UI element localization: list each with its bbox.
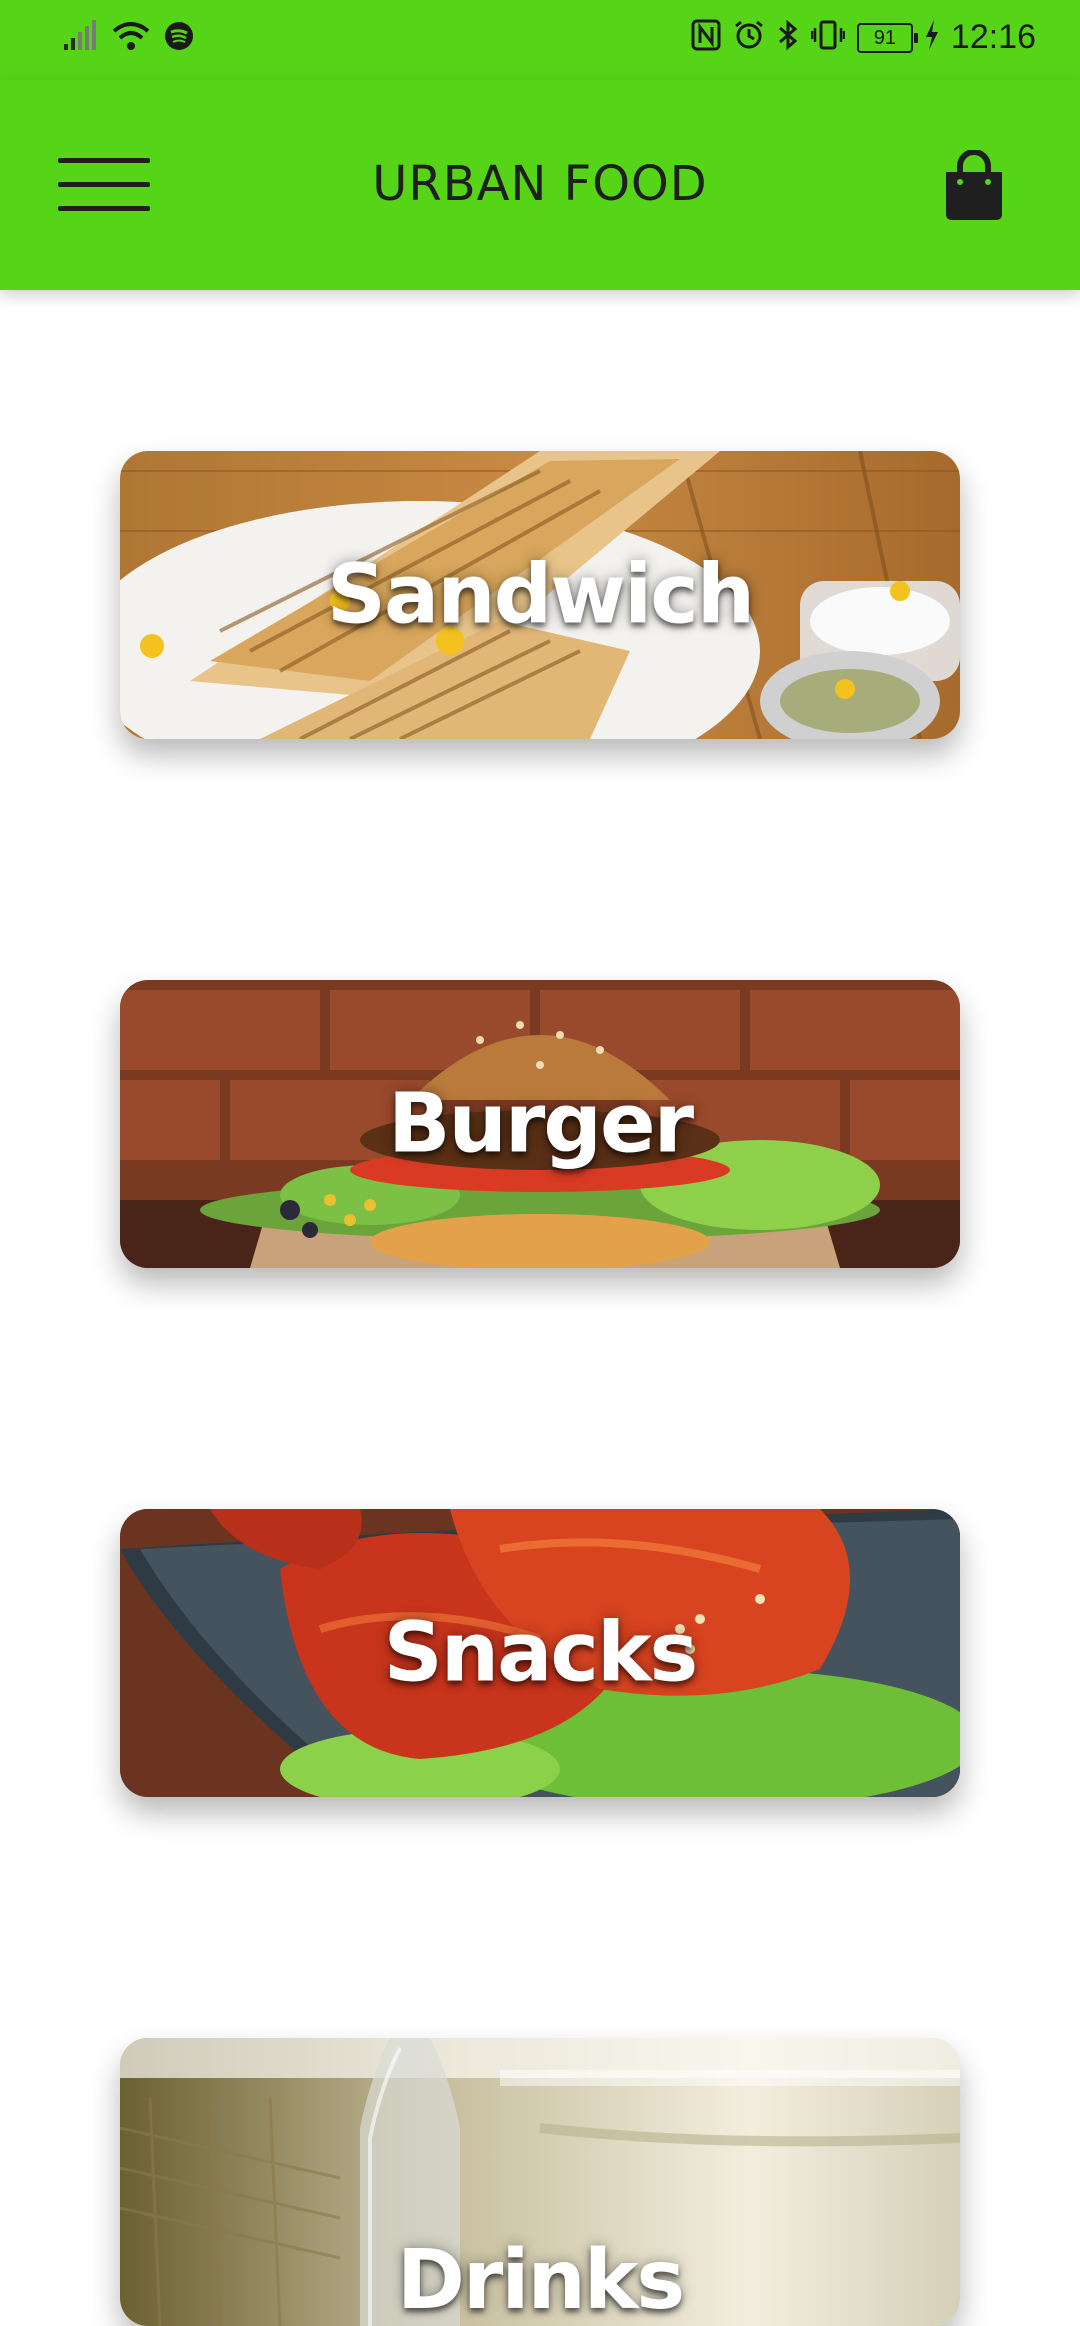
status-left-icons [62, 20, 194, 57]
category-card-snacks[interactable]: Snacks [120, 1509, 960, 1797]
signal-icon [62, 20, 98, 57]
shopping-bag-icon[interactable] [942, 149, 1006, 222]
category-label-snacks: Snacks [383, 1605, 699, 1701]
wifi-icon [112, 20, 150, 57]
category-label-burger: Burger [387, 1076, 694, 1172]
app-bar: URBAN FOOD [0, 80, 1080, 290]
spotify-icon [164, 21, 194, 56]
alarm-icon [733, 19, 765, 56]
bluetooth-icon [777, 19, 799, 56]
vibrate-icon [810, 19, 846, 56]
status-bar: 91 12:16 [0, 0, 1080, 80]
category-card-sandwich[interactable]: Sandwich [120, 451, 960, 739]
category-card-drinks[interactable]: Drinks [120, 2038, 960, 2326]
category-card-burger[interactable]: Burger [120, 980, 960, 1268]
app-title: URBAN FOOD [372, 156, 708, 212]
nfc-icon [691, 19, 721, 56]
battery-icon: 91 [856, 22, 918, 53]
status-time: 12:16 [950, 18, 1036, 56]
status-right-icons: 91 12:16 [691, 18, 1036, 57]
category-label-sandwich: Sandwich [326, 547, 755, 643]
charging-icon [925, 20, 939, 55]
category-label-drinks: Drinks [396, 2233, 685, 2326]
